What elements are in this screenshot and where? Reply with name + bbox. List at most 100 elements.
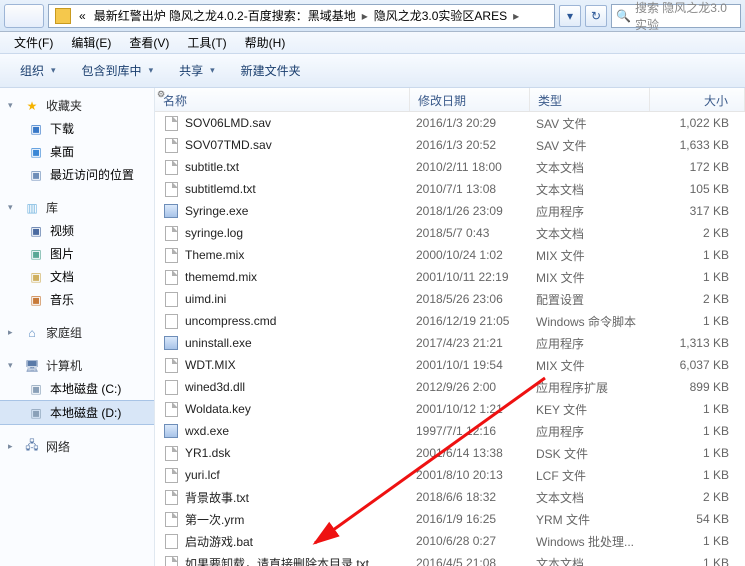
file-row[interactable]: wxd.exe1997/7/1 12:16应用程序1 KB — [155, 420, 745, 442]
file-row[interactable]: 第一次.yrm2016/1/9 16:25YRM 文件54 KB — [155, 508, 745, 530]
nav-item-label: 本地磁盘 (C:) — [50, 380, 121, 397]
file-row[interactable]: subtitlemd.txt2010/7/1 13:08文本文档105 KB — [155, 178, 745, 200]
nav-item[interactable]: ▣文档 — [0, 265, 154, 288]
nav-item-icon: ▣ — [28, 223, 44, 239]
organize-button[interactable]: 组织 — [10, 59, 66, 82]
nav-item[interactable]: ▣视频 — [0, 219, 154, 242]
col-size[interactable]: 大小 — [650, 88, 745, 111]
computer-header[interactable]: ▾ 🖥 计算机 — [0, 354, 154, 377]
breadcrumb-seg[interactable]: 隐风之龙3.0实验区ARES — [370, 7, 511, 24]
file-name: Syringe.exe — [185, 204, 416, 218]
file-row[interactable]: WDT.MIX2001/10/1 19:54MIX 文件6,037 KB — [155, 354, 745, 376]
address-bar: « 最新红警出炉 隐风之龙4.0.2-百度搜索：黑域基地 ▸ 隐风之龙3.0实验… — [0, 0, 745, 32]
file-icon — [163, 247, 179, 263]
file-size: 2 KB — [656, 226, 745, 240]
breadcrumb-seg[interactable]: 最新红警出炉 隐风之龙4.0.2-百度搜索：黑域基地 — [90, 7, 360, 24]
file-icon — [163, 379, 179, 395]
share-button[interactable]: 共享 — [169, 59, 225, 82]
col-name[interactable]: 名称 — [155, 88, 410, 111]
file-row[interactable]: Syringe.exe2018/1/26 23:09应用程序317 KB — [155, 200, 745, 222]
menu-view[interactable]: 查看(V) — [121, 32, 177, 53]
file-date: 2010/2/11 18:00 — [416, 160, 536, 174]
file-name: wxd.exe — [185, 424, 416, 438]
file-icon — [163, 137, 179, 153]
menu-edit[interactable]: 编辑(E) — [63, 32, 119, 53]
folder-icon — [55, 8, 71, 24]
menu-help[interactable]: 帮助(H) — [237, 32, 294, 53]
nav-item[interactable]: ▣本地磁盘 (D:) — [0, 400, 154, 425]
new-folder-button[interactable]: 新建文件夹 — [231, 59, 311, 82]
col-type[interactable]: 类型 — [530, 88, 650, 111]
libraries-header[interactable]: ▾ ▥ 库 — [0, 196, 154, 219]
nav-item-label: 图片 — [50, 245, 74, 262]
file-row[interactable]: uncompress.cmd2016/12/19 21:05Windows 命令… — [155, 310, 745, 332]
file-row[interactable]: 如果要卸载，请直接删除本目录.txt2016/4/5 21:08文本文档1 KB — [155, 552, 745, 566]
file-type: 文本文档 — [536, 159, 656, 176]
file-icon — [163, 269, 179, 285]
nav-item-label: 本地磁盘 (D:) — [50, 404, 121, 421]
file-icon — [163, 225, 179, 241]
search-input[interactable]: 🔍 搜索 隐风之龙3.0实验 — [611, 4, 741, 28]
file-type: 应用程序 — [536, 203, 656, 220]
chevron-right-icon[interactable]: ▸ — [360, 9, 370, 23]
chevron-down-icon: ▾ — [8, 100, 18, 111]
file-row[interactable]: yuri.lcf2001/8/10 20:13LCF 文件1 KB — [155, 464, 745, 486]
menu-file[interactable]: 文件(F) — [6, 32, 61, 53]
file-size: 1 KB — [656, 270, 745, 284]
breadcrumb[interactable]: « 最新红警出炉 隐风之龙4.0.2-百度搜索：黑域基地 ▸ 隐风之龙3.0实验… — [48, 4, 555, 28]
file-rows: SOV06LMD.sav2016/1/3 20:29SAV 文件1,022 KB… — [155, 112, 745, 566]
file-row[interactable]: 启动游戏.bat2010/6/28 0:27Windows 批处理...1 KB — [155, 530, 745, 552]
refresh-button[interactable]: ↻ — [585, 5, 607, 27]
file-name: SOV06LMD.sav — [185, 116, 416, 130]
nav-back-forward[interactable] — [4, 4, 44, 28]
file-type: 配置设置 — [536, 291, 656, 308]
nav-item[interactable]: ▣最近访问的位置 — [0, 163, 154, 186]
search-icon: 🔍 — [616, 9, 631, 23]
file-size: 1,313 KB — [656, 336, 745, 350]
favorites-group: ▾ ★ 收藏夹 ▣下载▣桌面▣最近访问的位置 — [0, 94, 154, 186]
file-name: Theme.mix — [185, 248, 416, 262]
homegroup-header[interactable]: ▸ ⌂ 家庭组 — [0, 321, 154, 344]
include-library-button[interactable]: 包含到库中 — [72, 59, 164, 82]
file-row[interactable]: uninstall.exe2017/4/23 21:21应用程序1,313 KB — [155, 332, 745, 354]
nav-item[interactable]: ▣图片 — [0, 242, 154, 265]
search-placeholder: 搜索 隐风之龙3.0实验 — [635, 0, 736, 33]
file-name: yuri.lcf — [185, 468, 416, 482]
file-date: 2001/8/10 20:13 — [416, 468, 536, 482]
file-name: uimd.ini — [185, 292, 416, 306]
file-name: uninstall.exe — [185, 336, 416, 350]
file-date: 2010/6/28 0:27 — [416, 534, 536, 548]
favorites-header[interactable]: ▾ ★ 收藏夹 — [0, 94, 154, 117]
file-row[interactable]: wined3d.dll2012/9/26 2:00应用程序扩展899 KB — [155, 376, 745, 398]
nav-item-label: 下载 — [50, 120, 74, 137]
file-row[interactable]: 背景故事.txt2018/6/6 18:32文本文档2 KB — [155, 486, 745, 508]
nav-item-icon: ▣ — [28, 144, 44, 160]
file-row[interactable]: SOV06LMD.sav2016/1/3 20:29SAV 文件1,022 KB — [155, 112, 745, 134]
menu-tools[interactable]: 工具(T) — [179, 32, 234, 53]
file-type: SAV 文件 — [536, 137, 656, 154]
file-row[interactable]: Theme.mix2000/10/24 1:02MIX 文件1 KB — [155, 244, 745, 266]
file-date: 2012/9/26 2:00 — [416, 380, 536, 394]
chevron-right-icon[interactable]: ▸ — [511, 9, 521, 23]
nav-item[interactable]: ▣下载 — [0, 117, 154, 140]
nav-item-label: 音乐 — [50, 291, 74, 308]
file-row[interactable]: SOV07TMD.sav2016/1/3 20:52SAV 文件1,633 KB — [155, 134, 745, 156]
file-name: Woldata.key — [185, 402, 416, 416]
file-row[interactable]: subtitle.txt2010/2/11 18:00文本文档172 KB — [155, 156, 745, 178]
nav-item[interactable]: ▣音乐 — [0, 288, 154, 311]
file-name: 第一次.yrm — [185, 511, 416, 528]
file-row[interactable]: uimd.ini2018/5/26 23:06配置设置2 KB — [155, 288, 745, 310]
network-header[interactable]: ▸ 🖧 网络 — [0, 435, 154, 458]
file-row[interactable]: YR1.dsk2001/6/14 13:38DSK 文件1 KB — [155, 442, 745, 464]
breadcrumb-dropdown[interactable]: ▾ — [559, 5, 581, 27]
file-icon — [163, 357, 179, 373]
file-row[interactable]: thememd.mix2001/10/11 22:19MIX 文件1 KB — [155, 266, 745, 288]
file-icon — [163, 423, 179, 439]
file-type: 应用程序扩展 — [536, 379, 656, 396]
library-icon: ▥ — [24, 200, 40, 216]
col-date[interactable]: 修改日期 — [410, 88, 530, 111]
file-row[interactable]: Woldata.key2001/10/12 1:21KEY 文件1 KB — [155, 398, 745, 420]
nav-item[interactable]: ▣本地磁盘 (C:) — [0, 377, 154, 400]
nav-item[interactable]: ▣桌面 — [0, 140, 154, 163]
file-row[interactable]: syringe.log2018/5/7 0:43文本文档2 KB — [155, 222, 745, 244]
